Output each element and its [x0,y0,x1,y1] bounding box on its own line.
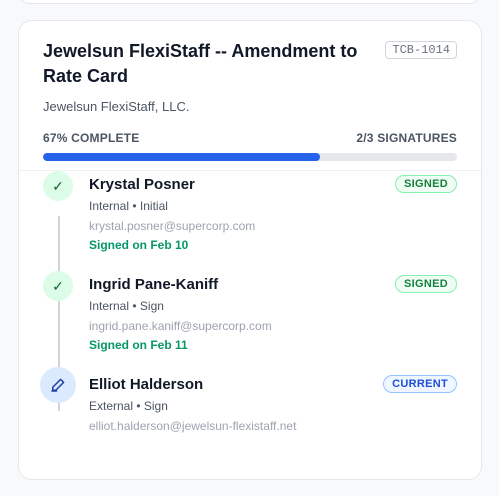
signed-date: Signed on Feb 10 [89,238,189,252]
signer-item: Elliot Halderson External • Sign elliot.… [40,367,457,471]
document-header: Jewelsun FlexiStaff -- Amendment to Rate… [19,21,481,171]
progress-bar [43,153,457,161]
signer-name: Krystal Posner [89,176,195,193]
signer-role: Internal • Initial [89,199,168,213]
signer-item: ✓ Ingrid Pane-Kaniff Internal • Sign ing… [43,271,457,371]
previous-card-edge [18,0,481,4]
signer-name: Ingrid Pane-Kaniff [89,276,219,293]
status-badge: CURRENT [383,375,457,393]
signatures-count-label: 2/3 SIGNATURES [356,131,457,145]
pen-icon [40,367,76,403]
signer-role: Internal • Sign [89,299,164,313]
check-icon: ✓ [43,171,73,201]
signer-name: Elliot Halderson [89,376,204,393]
signer-role: External • Sign [89,399,168,413]
company-name: Jewelsun FlexiStaff, LLC. [43,99,190,114]
status-badge: SIGNED [395,175,457,193]
signer-email: ingrid.pane.kaniff@supercorp.com [89,319,272,333]
progress-bar-fill [43,153,321,161]
check-icon: ✓ [43,271,73,301]
progress-labels: 67% COMPLETE 2/3 SIGNATURES [43,131,457,145]
signed-date: Signed on Feb 11 [89,338,188,352]
progress-percent-label: 67% COMPLETE [43,131,140,145]
reference-badge: TCB-1014 [385,41,457,59]
signer-email: elliot.halderson@jewelsun-flexistaff.net [89,419,297,433]
signer-item: ✓ Krystal Posner Internal • Initial krys… [43,171,457,271]
signer-list: ✓ Krystal Posner Internal • Initial krys… [19,171,481,471]
signer-email: krystal.posner@supercorp.com [89,219,256,233]
status-badge: SIGNED [395,275,457,293]
document-card: Jewelsun FlexiStaff -- Amendment to Rate… [18,20,482,480]
document-title: Jewelsun FlexiStaff -- Amendment to Rate… [43,41,358,86]
